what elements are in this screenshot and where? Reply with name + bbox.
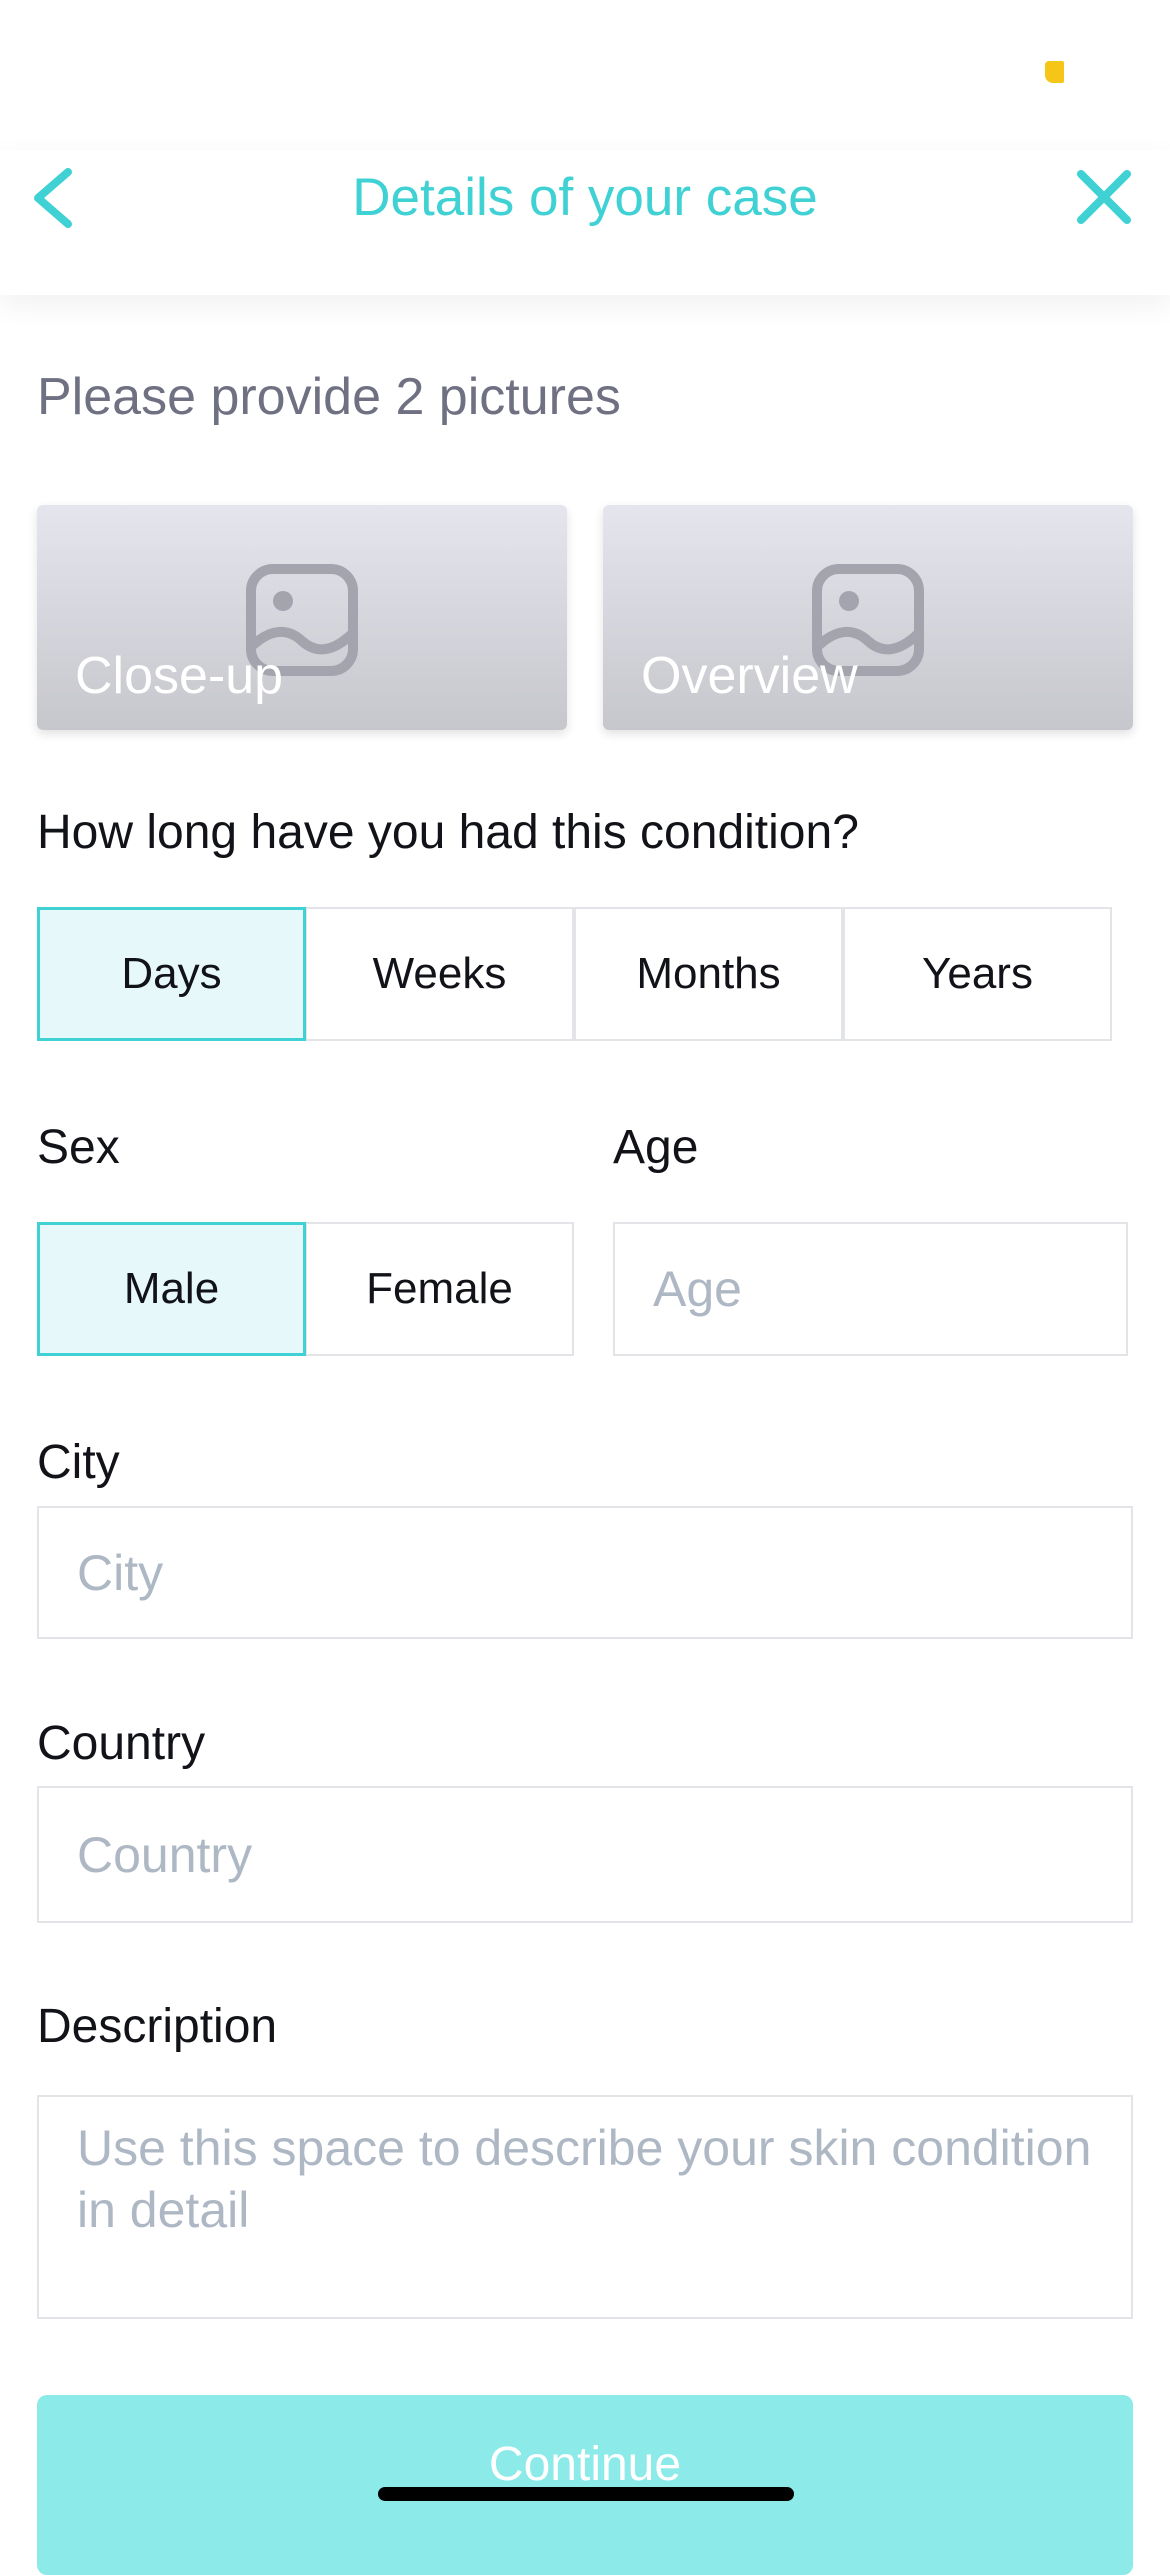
close-icon[interactable]	[1075, 168, 1133, 226]
description-textarea[interactable]: Use this space to describe your skin con…	[37, 2095, 1133, 2319]
sex-option-male[interactable]: Male	[37, 1222, 306, 1356]
age-label: Age	[613, 1121, 699, 1174]
country-label: Country	[37, 1717, 206, 1770]
photo-upload-overview[interactable]: Overview	[603, 505, 1133, 730]
duration-option-days[interactable]: Days	[37, 907, 306, 1041]
duration-option-years[interactable]: Years	[843, 907, 1112, 1041]
sex-option-female[interactable]: Female	[305, 1222, 574, 1356]
age-input[interactable]: Age	[613, 1222, 1128, 1356]
sex-label: Sex	[37, 1121, 120, 1174]
duration-option-months[interactable]: Months	[574, 907, 843, 1041]
photo-label-overview: Overview	[641, 647, 858, 705]
photos-prompt: Please provide 2 pictures	[37, 368, 621, 426]
city-label: City	[37, 1436, 120, 1489]
continue-button[interactable]: Continue	[37, 2395, 1133, 2575]
country-input[interactable]: Country	[37, 1786, 1133, 1923]
page-title: Details of your case	[352, 168, 818, 227]
battery-indicator-icon	[1045, 61, 1064, 83]
duration-option-weeks[interactable]: Weeks	[305, 907, 574, 1041]
city-input[interactable]: City	[37, 1506, 1133, 1639]
photo-upload-closeup[interactable]: Close-up	[37, 505, 567, 730]
home-indicator	[378, 2487, 794, 2501]
description-label: Description	[37, 2000, 278, 2053]
duration-question: How long have you had this condition?	[37, 806, 859, 859]
photo-label-closeup: Close-up	[75, 647, 284, 705]
status-bar	[0, 0, 1170, 150]
